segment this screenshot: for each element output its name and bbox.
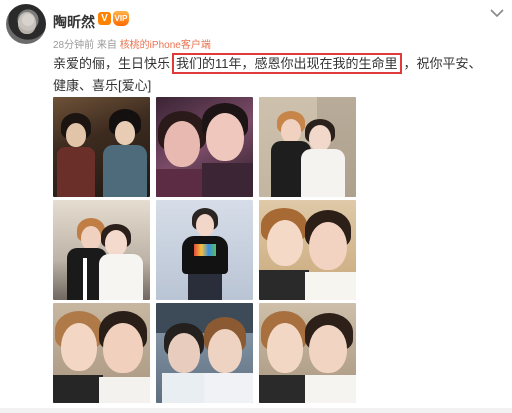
username[interactable]: 陶昕然 — [53, 12, 95, 32]
photo-9[interactable] — [259, 303, 356, 403]
photo-grid — [53, 97, 357, 403]
vip-badge-icon: VIP — [113, 11, 129, 26]
post-text-start: 亲爱的俪，生日快乐 — [53, 56, 171, 71]
post-source[interactable]: 核桃的iPhone客户端 — [120, 40, 211, 51]
photo-1[interactable] — [53, 97, 150, 197]
chevron-down-icon[interactable] — [489, 6, 505, 20]
post-meta: 28分钟前 来自 核桃的iPhone客户端 — [53, 36, 211, 51]
photo-4[interactable] — [53, 200, 150, 300]
verified-badge-icon: V — [98, 12, 111, 25]
photo-8[interactable] — [156, 303, 253, 403]
avatar[interactable] — [6, 4, 46, 44]
weibo-post: 陶昕然 V VIP 28分钟前 来自 核桃的iPhone客户端 亲爱的俪，生日快… — [0, 0, 512, 413]
highlighted-text: 我们的11年，感恩你出现在我的生命里 — [172, 53, 402, 74]
photo-6[interactable] — [259, 200, 356, 300]
photo-3[interactable] — [259, 97, 356, 197]
post-text: 亲爱的俪，生日快乐 我们的11年，感恩你出现在我的生命里 ，祝你平安、健康、喜乐[爱… — [53, 53, 493, 97]
photo-7[interactable] — [53, 303, 150, 403]
photo-5[interactable] — [156, 200, 253, 300]
photo-2[interactable] — [156, 97, 253, 197]
post-time[interactable]: 28分钟前 — [53, 40, 94, 51]
divider — [0, 408, 512, 413]
source-prefix: 来自 — [96, 40, 117, 51]
